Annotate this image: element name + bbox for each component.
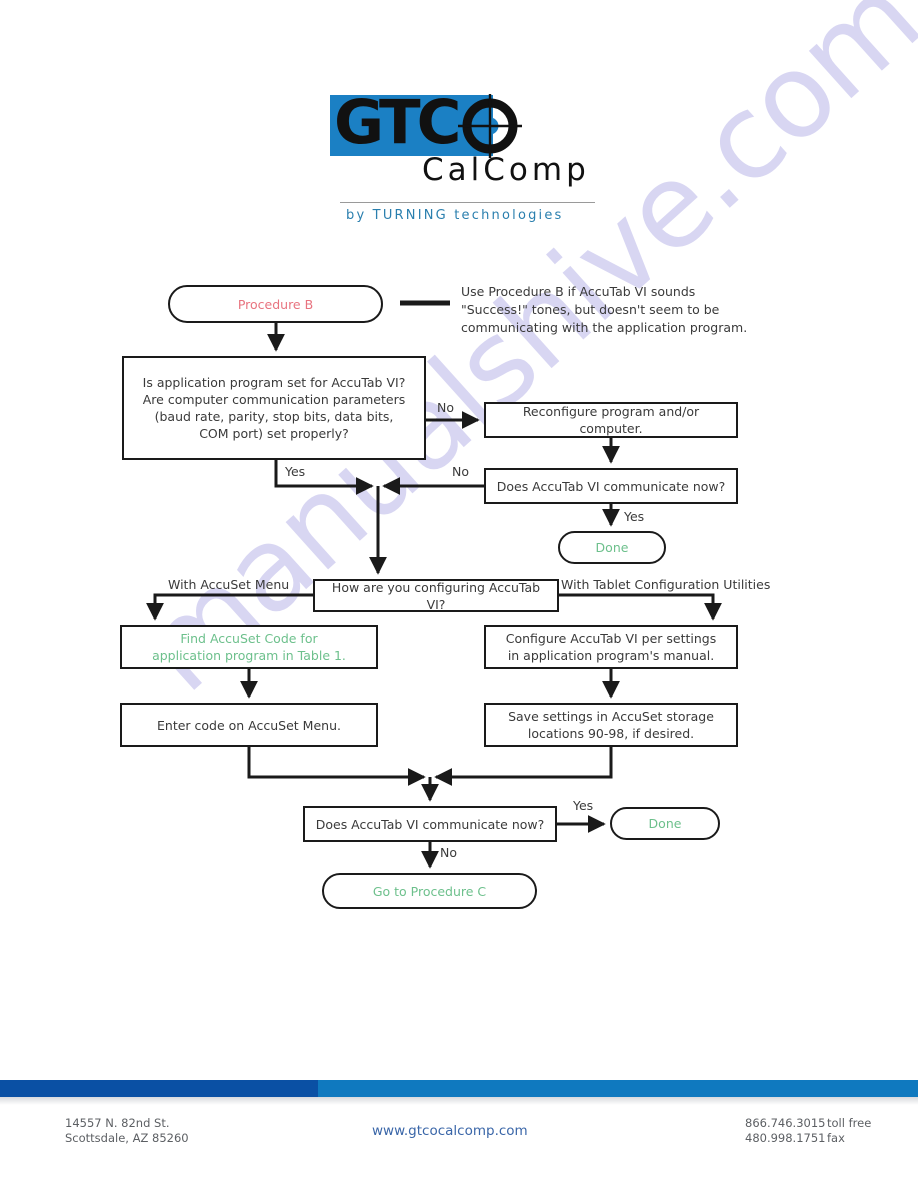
node-configure-per-settings[interactable]: Configure AccuTab VI per settings in app… [484, 625, 738, 669]
edge-label-yes-3: Yes [573, 798, 594, 813]
page-root: manualshive.com GTC CalComp by TURNING t… [0, 0, 918, 1188]
node-how-configuring[interactable]: How are you configuring AccuTab VI? [313, 579, 559, 612]
node-save-settings[interactable]: Save settings in AccuSet storage locatio… [484, 703, 738, 747]
footer-phone-number: 866.746.3015 [745, 1116, 826, 1130]
edge-label-yes-2: Yes [624, 509, 645, 524]
footer-bar-left-segment [0, 1080, 318, 1097]
node-done-1[interactable]: Done [558, 531, 666, 564]
node-go-to-procedure-c[interactable]: Go to Procedure C [322, 873, 537, 909]
edge-label-yes-1: Yes [285, 464, 306, 479]
crosshair-target-icon [458, 94, 522, 158]
logo-divider [340, 202, 595, 203]
node-does-communicate-2[interactable]: Does AccuTab VI communicate now? [303, 806, 557, 842]
node-decision-program-settings[interactable]: Is application program set for AccuTab V… [122, 356, 426, 460]
logo-calcomp-text: CalComp [422, 152, 590, 188]
page-footer: 14557 N. 82nd St. Scottsdale, AZ 85260 w… [0, 1105, 918, 1188]
logo-gtc-text: GTC [334, 87, 461, 158]
edge-label-with-accuset-menu: With AccuSet Menu [168, 577, 290, 592]
footer-fax-label: fax [827, 1131, 845, 1145]
footer-color-bar [0, 1080, 918, 1097]
footer-phone-label: toll free [827, 1116, 872, 1130]
node-done-2[interactable]: Done [610, 807, 720, 840]
footer-address: 14557 N. 82nd St. Scottsdale, AZ 85260 [65, 1116, 189, 1145]
node-enter-code[interactable]: Enter code on AccuSet Menu. [120, 703, 378, 747]
footer-fax-number: 480.998.1751 [745, 1131, 826, 1145]
footer-bar-right-segment [318, 1080, 918, 1097]
node-procedure-b-start[interactable]: Procedure B [168, 285, 383, 323]
edge-label-no-3: No [440, 845, 457, 860]
edge-label-with-tablet-config-utilities: With Tablet Configuration Utilities [561, 577, 771, 592]
footer-website-link[interactable]: www.gtcocalcomp.com [372, 1123, 528, 1139]
edge-label-no-1: No [437, 400, 454, 415]
company-logo: GTC CalComp by TURNING technologies [330, 87, 600, 230]
node-does-communicate-1[interactable]: Does AccuTab VI communicate now? [484, 468, 738, 504]
footer-phone-row: 866.746.3015 toll free [745, 1116, 871, 1131]
node-find-accuset-code[interactable]: Find AccuSet Code for application progra… [120, 625, 378, 669]
footer-bar-shadow [0, 1097, 918, 1105]
edge-label-no-2: No [452, 464, 469, 479]
annotation-note: Use Procedure B if AccuTab VI sounds "Su… [461, 284, 748, 335]
footer-phone-list: 866.746.3015 toll free 480.998.1751 fax [745, 1116, 871, 1146]
node-reconfigure-program[interactable]: Reconfigure program and/or computer. [484, 402, 738, 438]
logo-tagline: by TURNING technologies [346, 208, 564, 223]
footer-phone-row: 480.998.1751 fax [745, 1131, 871, 1146]
